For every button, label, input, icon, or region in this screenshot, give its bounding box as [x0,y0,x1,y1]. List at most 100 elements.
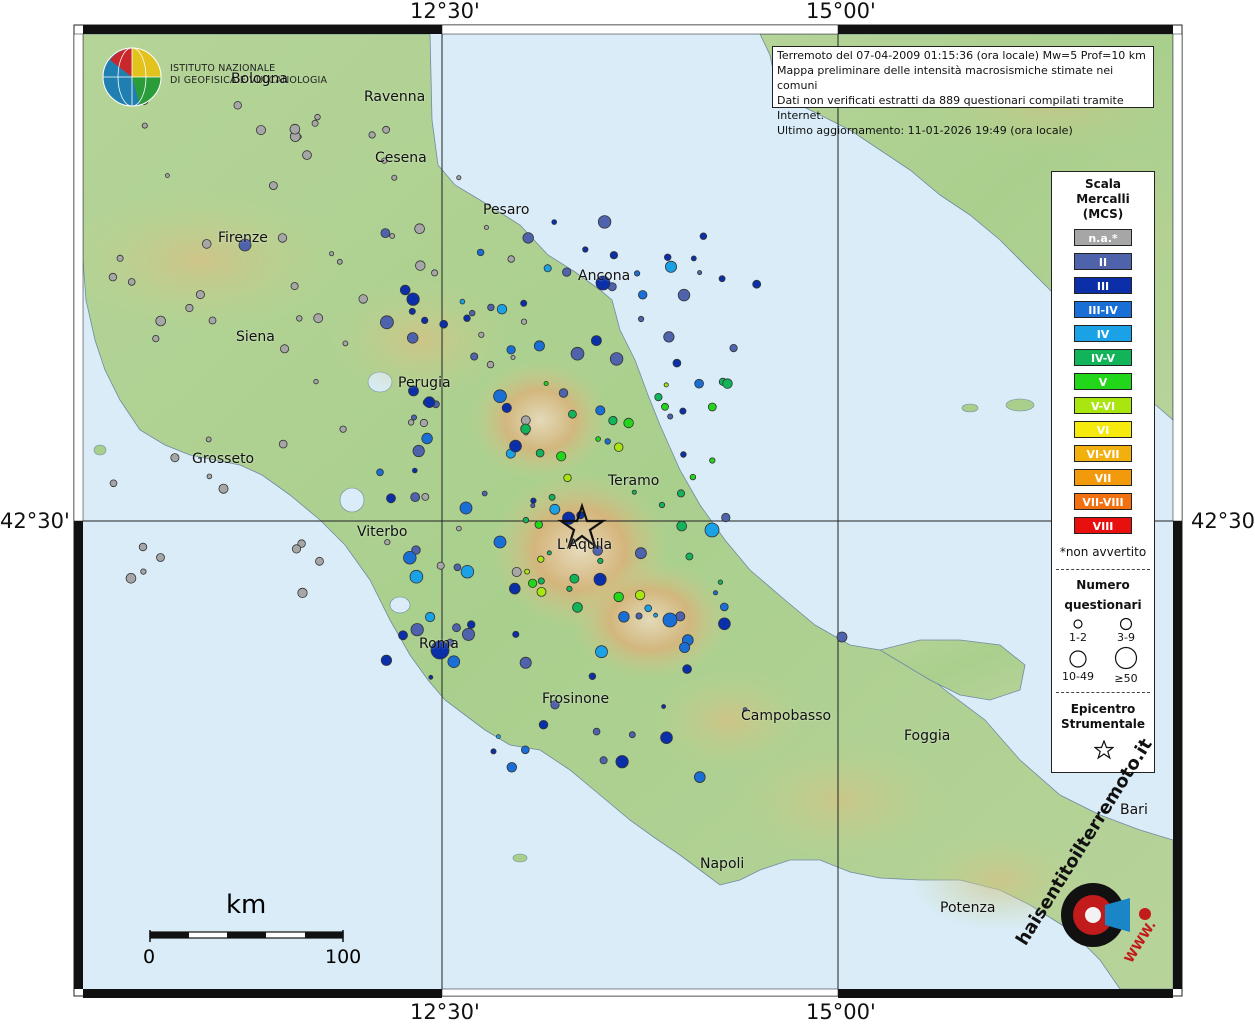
intensity-point [752,279,762,289]
intensity-point [631,489,637,495]
legend-swatch: V-VI [1074,397,1132,414]
legend-swatch: IV-V [1074,349,1132,366]
intensity-point [634,589,646,601]
intensity-point [530,503,536,509]
legend-swatch: n.a.* [1074,229,1132,246]
intensity-point [421,316,429,324]
intensity-point [255,125,266,136]
intensity-point [459,501,473,515]
intensity-point [336,258,343,265]
intensity-point [291,544,302,554]
intensity-point [599,756,608,765]
intensity-point [713,590,719,596]
intensity-point [195,290,205,300]
intensity-point [459,298,466,305]
intensity-point [618,611,630,623]
intensity-point [406,292,420,306]
intensity-point [595,645,608,659]
intensity-point [635,612,643,620]
intensity-point [164,173,170,179]
intensity-point [412,444,425,458]
city-label: Ravenna [364,89,426,105]
city-label: Viterbo [357,524,408,540]
intensity-point [593,572,607,586]
intensity-point [592,727,601,736]
intensity-point [487,303,495,312]
intensity-point [311,119,319,127]
intensity-point [156,553,165,562]
intensity-point [672,358,682,368]
intensity-point [218,483,229,494]
intensity-point [329,251,335,257]
intensity-point [268,181,278,191]
intensity-point [201,239,212,249]
intensity-point [537,555,545,563]
intensity-point [663,331,675,343]
intensity-point [452,623,461,633]
intensity-point [391,174,398,181]
legend-swatch: VII-VIII [1074,493,1132,510]
ingv-logo [102,47,162,107]
intensity-point [689,473,697,481]
intensity-point [707,402,717,412]
intensity-point [463,314,471,322]
legend-swatch: VIII [1074,517,1132,534]
intensity-point [280,344,290,354]
legend-star-icon [1094,740,1114,760]
city-label: L'Aquila [557,537,613,553]
intensity-point [506,762,518,773]
intensity-point [551,219,557,225]
intensity-point [389,233,396,239]
intensity-point [709,457,716,464]
intensity-point [615,755,629,769]
intensity-point [296,315,303,322]
intensity-point [496,304,508,315]
intensity-point [313,378,319,385]
intensity-point [506,345,516,355]
intensity-point [679,642,691,654]
intensity-point [722,378,733,389]
intensity-point [608,415,618,426]
intensity-point [424,611,436,623]
intensity-point [490,748,497,755]
intensity-point [493,535,507,549]
intensity-point [415,260,426,271]
intensity-point [685,552,694,561]
intensity-point [721,512,731,523]
intensity-point [566,585,573,592]
intensity-point [569,573,580,584]
intensity-point [398,630,408,641]
intensity-point [570,346,585,361]
intensity-point [476,248,485,257]
intensity-point [520,423,531,435]
intensity-point [384,539,391,546]
intensity-point [382,125,391,134]
intensity-point [572,602,583,613]
scale-end: 100 [325,946,362,968]
city-label: Teramo [608,473,660,489]
legend-epi-title2: Strumentale [1060,717,1146,731]
size-label: ≥50 [1114,672,1138,685]
intensity-point [609,352,624,366]
intensity-point [431,269,439,277]
city-label: Roma [419,636,459,652]
intensity-point [407,332,419,344]
intensity-point [661,402,669,411]
scale-start: 0 [143,946,156,968]
intensity-point [520,415,531,426]
intensity-point [633,270,641,277]
intensity-point [140,568,147,575]
legend-swatch: VI [1074,421,1132,438]
intensity-point [556,451,567,462]
legend-note: *non avvertito [1059,545,1147,559]
coord-bottom-15-00: 15°00' [806,1000,876,1024]
coord-right-42-30: 42°30' [1191,509,1255,533]
intensity-point [408,307,416,315]
intensity-point [461,627,475,641]
map-figure: 12°30' 15°00' 12°30' 15°00' 42°30' 42°30… [0,0,1255,1024]
intensity-point [597,557,604,565]
intensity-point [588,672,597,680]
intensity-point [495,734,501,739]
city-label: Cesena [375,150,427,166]
intensity-point [481,490,488,497]
